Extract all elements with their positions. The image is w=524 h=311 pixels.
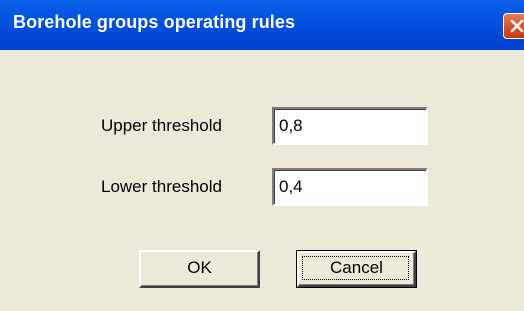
title-bar[interactable]: Borehole groups operating rules <box>0 0 524 50</box>
cancel-button-label: Cancel <box>330 258 383 277</box>
lower-threshold-label: Lower threshold <box>101 177 222 196</box>
cancel-button[interactable]: Cancel <box>296 250 417 288</box>
upper-threshold-label: Upper threshold <box>101 116 222 135</box>
close-button[interactable] <box>503 13 524 39</box>
upper-threshold-input[interactable]: 0,8 <box>272 107 428 145</box>
lower-threshold-input[interactable]: 0,4 <box>272 168 428 206</box>
dialog-window: Borehole groups operating rules Upper th… <box>0 0 524 311</box>
window-title: Borehole groups operating rules <box>13 12 296 32</box>
dialog-content: Upper threshold 0,8 Lower threshold 0,4 … <box>0 50 524 311</box>
ok-button[interactable]: OK <box>139 250 260 288</box>
close-icon <box>510 19 524 33</box>
